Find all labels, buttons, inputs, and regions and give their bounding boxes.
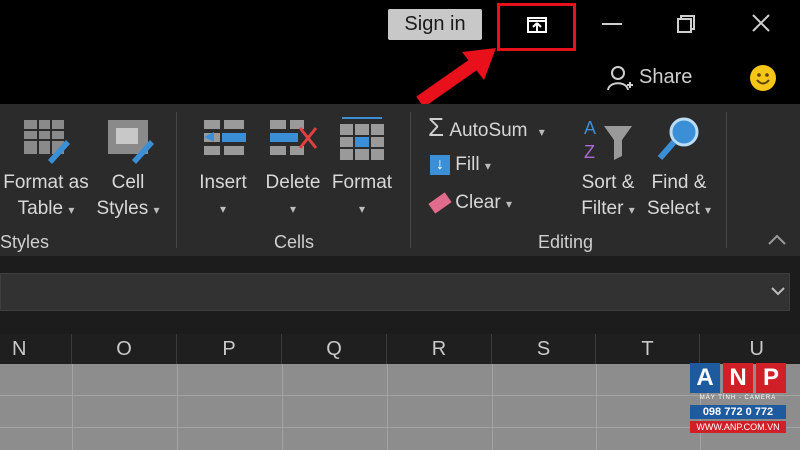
find-select-label-1: Find & (651, 172, 707, 193)
fill-button[interactable]: ↓ Fill ▾ (430, 150, 491, 180)
dropdown-caret-icon: ▾ (358, 202, 366, 216)
cell-styles-label-1: Cell (111, 172, 145, 193)
column-header[interactable]: U (700, 334, 800, 364)
anp-watermark-logo: A N P MÁY TÍNH - CAMERA 098 772 0 772 WW… (690, 363, 786, 439)
dropdown-caret-icon: ▾ (68, 203, 75, 217)
grid-line (387, 364, 388, 450)
ribbon-display-options-icon (527, 17, 547, 33)
cell-styles-icon (106, 116, 154, 164)
watermark-letter: N (723, 363, 753, 393)
dropdown-caret-icon: ▾ (289, 202, 297, 216)
group-separator (726, 112, 727, 248)
grid-line (282, 364, 283, 450)
smiley-icon (750, 65, 776, 91)
close-icon (752, 14, 770, 32)
grid-line (492, 364, 493, 450)
watermark-letter: P (756, 363, 786, 393)
dropdown-caret-icon: ▾ (705, 203, 712, 217)
dropdown-caret-icon: ▾ (505, 197, 512, 211)
ribbon: Format as Table ▾ Cell Styles ▾ Styles I… (0, 104, 800, 256)
dropdown-caret-icon: ▾ (219, 202, 227, 216)
dropdown-caret-icon: ▾ (484, 159, 491, 173)
formula-bar-input[interactable] (0, 273, 790, 311)
minimize-button[interactable] (596, 8, 628, 40)
format-as-table-label-2: Table (17, 198, 64, 219)
share-button[interactable]: Share (606, 62, 693, 94)
worksheet-cells[interactable] (0, 364, 800, 450)
restore-icon (677, 15, 695, 33)
format-as-table-icon (22, 116, 70, 164)
cell-styles-label-2: Styles (96, 198, 149, 219)
grid-line (0, 427, 800, 428)
share-label: Share (639, 66, 693, 88)
sort-filter-button[interactable]: Sort & Filter ▾ (572, 170, 644, 223)
chevron-up-icon (768, 234, 786, 245)
restore-button[interactable] (670, 8, 702, 40)
delete-label: Delete (265, 172, 321, 193)
fill-down-icon: ↓ (430, 154, 450, 175)
chevron-down-icon (771, 287, 785, 296)
watermark-subtitle: MÁY TÍNH - CAMERA (699, 395, 777, 401)
watermark-phone: 098 772 0 772 (690, 405, 786, 419)
insert-cells-icon (202, 116, 248, 164)
grid-line (177, 364, 178, 450)
column-header[interactable]: R (387, 334, 492, 364)
column-header[interactable]: P (177, 334, 282, 364)
dropdown-caret-icon: ▾ (153, 203, 160, 217)
sort-filter-icon: A Z (582, 116, 634, 164)
column-header[interactable]: O (72, 334, 177, 364)
clear-label: Clear (455, 192, 501, 213)
close-button[interactable] (744, 8, 778, 40)
sort-filter-label-1: Sort & (581, 172, 635, 193)
cells-group-label: Cells (274, 232, 315, 252)
column-header[interactable]: N (0, 334, 72, 364)
find-select-button[interactable]: Find & Select ▾ (642, 170, 716, 223)
group-separator (410, 112, 411, 248)
grid-line (596, 364, 597, 450)
insert-button[interactable]: Insert ▾ (192, 170, 254, 222)
group-separator (176, 112, 177, 248)
expand-formula-bar-button[interactable] (768, 281, 788, 301)
watermark-letter: A (690, 363, 720, 393)
format-label: Format (331, 172, 393, 193)
svg-text:Z: Z (584, 142, 595, 162)
format-as-table-label-1: Format as (3, 172, 89, 193)
highlight-arrow (416, 48, 496, 108)
insert-label: Insert (199, 172, 247, 193)
format-cells-icon (338, 112, 386, 164)
eraser-icon (428, 192, 452, 214)
magnifier-icon (654, 114, 704, 164)
collapse-ribbon-button[interactable] (766, 230, 788, 250)
dropdown-caret-icon: ▾ (538, 125, 545, 139)
delete-button[interactable]: Delete ▾ (262, 170, 324, 222)
fill-label: Fill (455, 154, 480, 175)
feedback-button[interactable] (749, 64, 777, 92)
delete-cells-icon (268, 116, 318, 164)
grid-line (72, 364, 73, 450)
person-add-icon (607, 66, 633, 91)
cell-styles-button[interactable]: Cell Styles ▾ (92, 170, 164, 223)
find-select-label-2: Select (646, 198, 700, 219)
clear-button[interactable]: Clear ▾ (428, 188, 512, 218)
column-header[interactable]: T (596, 334, 700, 364)
format-as-table-button[interactable]: Format as Table ▾ (2, 170, 90, 223)
column-header[interactable]: S (492, 334, 596, 364)
minimize-icon (602, 23, 622, 25)
editing-group-label: Editing (538, 232, 594, 252)
column-header-row: N O P Q R S T U (0, 334, 800, 364)
column-header[interactable]: Q (282, 334, 387, 364)
format-button[interactable]: Format ▾ (328, 170, 396, 222)
autosum-button[interactable]: Σ AutoSum ▾ (428, 112, 545, 142)
autosum-label: AutoSum (449, 120, 528, 141)
sigma-icon: Σ (428, 112, 445, 142)
watermark-url: WWW.ANP.COM.VN (690, 421, 786, 433)
sign-in-button[interactable]: Sign in (388, 9, 482, 40)
grid-line (0, 395, 800, 396)
svg-text:A: A (584, 118, 596, 138)
sort-filter-label-2: Filter (581, 198, 624, 219)
dropdown-caret-icon: ▾ (628, 203, 635, 217)
styles-group-label: Styles (0, 232, 50, 252)
